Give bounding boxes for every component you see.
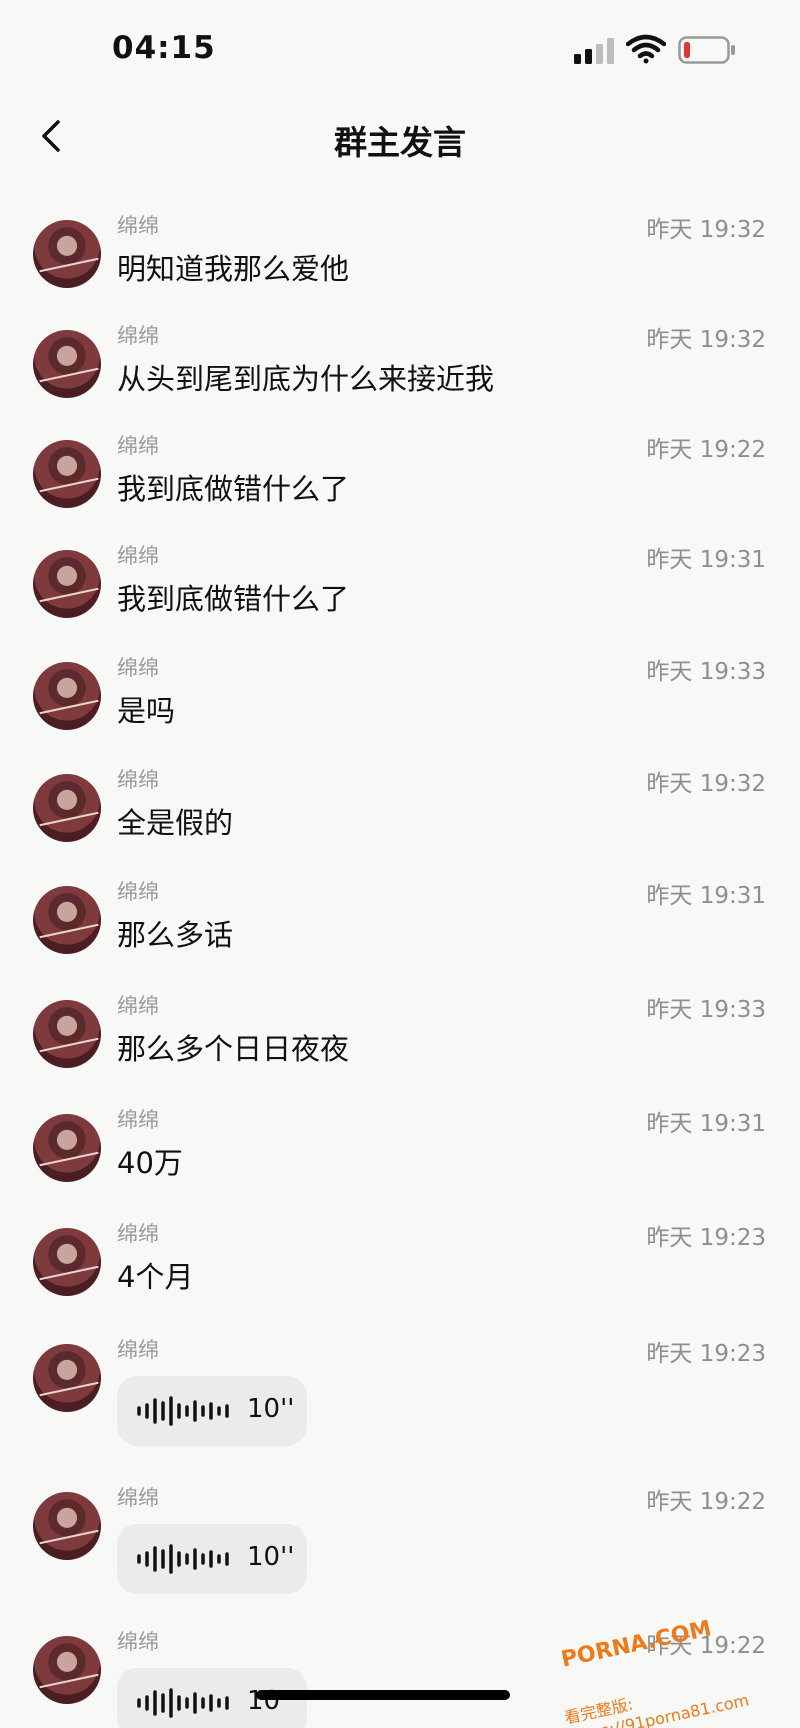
list-item[interactable]: 绵绵 昨天 19:33 是吗 bbox=[0, 652, 800, 764]
message-time: 昨天 19:31 bbox=[646, 547, 766, 573]
wifi-icon bbox=[626, 34, 666, 64]
avatar[interactable] bbox=[33, 1114, 101, 1182]
sender-name: 绵绵 bbox=[117, 544, 159, 568]
status-bar: 04:15 bbox=[0, 0, 800, 100]
message-time: 昨天 19:23 bbox=[646, 1225, 766, 1251]
message-text: 4个月 bbox=[117, 1260, 194, 1294]
message-time: 昨天 19:31 bbox=[646, 1111, 766, 1137]
list-item[interactable]: 绵绵 昨天 19:23 10'' bbox=[0, 1334, 800, 1482]
list-item[interactable]: 绵绵 昨天 19:31 那么多话 bbox=[0, 876, 800, 990]
message-time: 昨天 19:33 bbox=[646, 997, 766, 1023]
sender-name: 绵绵 bbox=[117, 656, 159, 680]
sender-name: 绵绵 bbox=[117, 1486, 159, 1510]
voice-message-bubble[interactable]: 10'' bbox=[117, 1524, 307, 1594]
avatar[interactable] bbox=[33, 662, 101, 730]
list-item[interactable]: 绵绵 昨天 19:32 明知道我那么爱他 bbox=[0, 210, 800, 320]
sender-name: 绵绵 bbox=[117, 214, 159, 238]
message-time: 昨天 19:31 bbox=[646, 883, 766, 909]
sender-name: 绵绵 bbox=[117, 324, 159, 348]
sender-name: 绵绵 bbox=[117, 434, 159, 458]
avatar[interactable] bbox=[33, 1228, 101, 1296]
list-item[interactable]: 绵绵 昨天 19:32 全是假的 bbox=[0, 764, 800, 876]
sender-name: 绵绵 bbox=[117, 880, 159, 904]
message-time: 昨天 19:32 bbox=[646, 327, 766, 353]
message-time: 昨天 19:33 bbox=[646, 659, 766, 685]
message-text: 那么多个日日夜夜 bbox=[117, 1032, 350, 1066]
avatar[interactable] bbox=[33, 440, 101, 508]
list-item[interactable]: 绵绵 昨天 19:31 我到底做错什么了 bbox=[0, 540, 800, 652]
message-text: 是吗 bbox=[117, 694, 176, 728]
voice-waveform-icon bbox=[137, 1544, 229, 1574]
list-item[interactable]: 绵绵 昨天 19:22 我到底做错什么了 bbox=[0, 430, 800, 540]
message-time: 昨天 19:32 bbox=[646, 771, 766, 797]
voice-duration: 10'' bbox=[247, 1394, 295, 1424]
avatar[interactable] bbox=[33, 1492, 101, 1560]
avatar[interactable] bbox=[33, 550, 101, 618]
message-text: 我到底做错什么了 bbox=[117, 472, 350, 506]
voice-message-bubble[interactable]: 10'' bbox=[117, 1376, 307, 1446]
message-time: 昨天 19:22 bbox=[646, 437, 766, 463]
message-time: 昨天 19:32 bbox=[646, 217, 766, 243]
message-list: 绵绵 昨天 19:32 明知道我那么爱他 绵绵 昨天 19:32 从头到尾到底为… bbox=[0, 210, 800, 1728]
voice-waveform-icon bbox=[137, 1396, 229, 1426]
sender-name: 绵绵 bbox=[117, 994, 159, 1018]
message-text: 全是假的 bbox=[117, 806, 234, 840]
message-text: 从头到尾到底为什么来接近我 bbox=[117, 362, 495, 396]
sender-name: 绵绵 bbox=[117, 1108, 159, 1132]
avatar[interactable] bbox=[33, 774, 101, 842]
sender-name: 绵绵 bbox=[117, 768, 159, 792]
list-item[interactable]: 绵绵 昨天 19:22 10'' bbox=[0, 1482, 800, 1626]
cellular-signal-icon bbox=[574, 38, 614, 64]
avatar[interactable] bbox=[33, 220, 101, 288]
voice-duration: 10'' bbox=[247, 1542, 295, 1572]
list-item[interactable]: 绵绵 昨天 19:32 从头到尾到底为什么来接近我 bbox=[0, 320, 800, 430]
list-item[interactable]: 绵绵 昨天 19:31 40万 bbox=[0, 1104, 800, 1218]
avatar[interactable] bbox=[33, 1000, 101, 1068]
page-title: 群主发言 bbox=[334, 123, 466, 162]
message-text: 明知道我那么爱他 bbox=[117, 252, 350, 286]
message-text: 那么多话 bbox=[117, 918, 234, 952]
voice-waveform-icon bbox=[137, 1688, 229, 1718]
battery-low-icon bbox=[678, 36, 735, 64]
message-text: 40万 bbox=[117, 1146, 183, 1180]
sender-name: 绵绵 bbox=[117, 1338, 159, 1362]
status-time: 04:15 bbox=[112, 30, 216, 66]
nav-bar: 群主发言 bbox=[0, 100, 800, 172]
avatar[interactable] bbox=[33, 886, 101, 954]
avatar[interactable] bbox=[33, 1636, 101, 1704]
message-time: 昨天 19:23 bbox=[646, 1341, 766, 1367]
message-time: 昨天 19:22 bbox=[646, 1489, 766, 1515]
message-text: 我到底做错什么了 bbox=[117, 582, 350, 616]
sender-name: 绵绵 bbox=[117, 1630, 159, 1654]
list-item[interactable]: 绵绵 昨天 19:23 4个月 bbox=[0, 1218, 800, 1334]
list-item[interactable]: 绵绵 昨天 19:33 那么多个日日夜夜 bbox=[0, 990, 800, 1104]
avatar[interactable] bbox=[33, 1344, 101, 1412]
home-indicator[interactable] bbox=[256, 1690, 510, 1700]
avatar[interactable] bbox=[33, 330, 101, 398]
sender-name: 绵绵 bbox=[117, 1222, 159, 1246]
